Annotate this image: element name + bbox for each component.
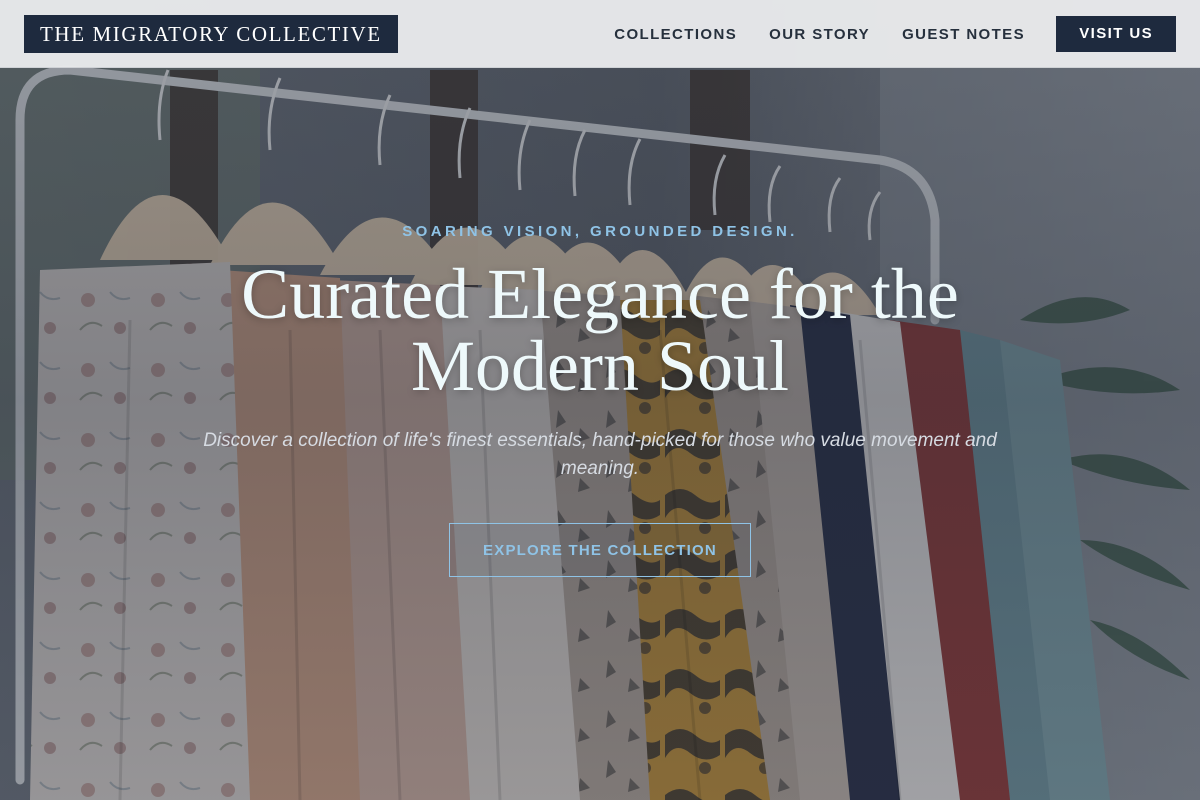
hero-eyebrow: SOARING VISION, GROUNDED DESIGN. — [402, 223, 798, 240]
hero-section: SOARING VISION, GROUNDED DESIGN. Curated… — [0, 0, 1200, 800]
visit-us-button[interactable]: VISIT US — [1056, 16, 1176, 52]
main-nav: COLLECTIONS OUR STORY GUEST NOTES — [614, 0, 1025, 68]
hero-subheadline: Discover a collection of life's finest e… — [203, 430, 997, 479]
brand-logo[interactable]: THE MIGRATORY COLLECTIVE — [24, 15, 398, 53]
nav-link-guest-notes[interactable]: GUEST NOTES — [902, 26, 1025, 43]
site-header: THE MIGRATORY COLLECTIVE COLLECTIONS OUR… — [0, 0, 1200, 68]
explore-collection-button[interactable]: EXPLORE THE COLLECTION — [449, 523, 751, 577]
nav-link-collections[interactable]: COLLECTIONS — [614, 26, 737, 43]
landing-page: THE MIGRATORY COLLECTIVE COLLECTIONS OUR… — [0, 0, 1200, 800]
nav-link-our-story[interactable]: OUR STORY — [769, 26, 870, 43]
hero-headline: Curated Elegance for the Modern Soul — [241, 254, 959, 406]
